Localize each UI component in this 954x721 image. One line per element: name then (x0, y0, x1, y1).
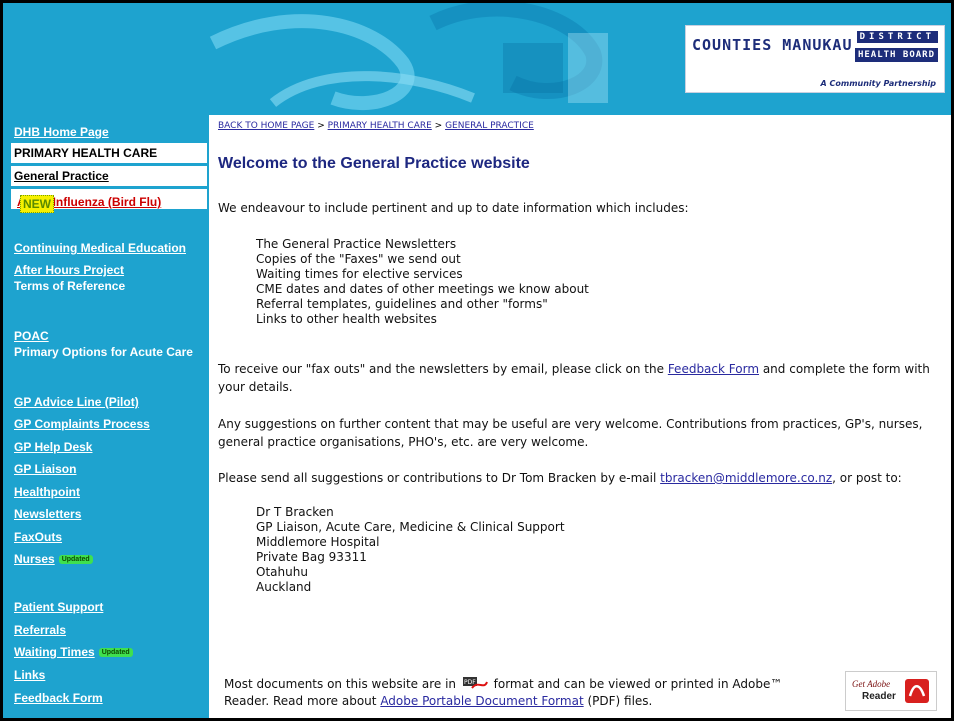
email-link[interactable]: tbracken@middlemore.co.nz (660, 471, 832, 485)
sidebar-nav: DHB Home Page PRIMARY HEALTH CARE Genera… (3, 115, 209, 718)
logo-tagline: A Community Partnership (820, 79, 936, 88)
fax-paragraph: To receive our "fax outs" and the newsle… (218, 360, 946, 396)
adobe-reader-label: Reader (862, 691, 896, 702)
sidebar-link-nurses[interactable]: Nurses Updated (14, 552, 93, 566)
send-text-pre: Please send all suggestions or contribut… (218, 471, 661, 485)
main-content: BACK TO HOME PAGE > PRIMARY HEALTH CARE … (216, 115, 951, 715)
sidebar-link-after-hours[interactable]: After Hours Project (14, 263, 124, 277)
send-paragraph: Please send all suggestions or contribut… (218, 469, 946, 487)
sidebar-link-waiting-times[interactable]: Waiting Times Updated (14, 645, 133, 659)
suggestions-paragraph: Any suggestions on further content that … (218, 417, 923, 449)
sidebar-item-label: Nurses (14, 552, 55, 566)
updated-badge-icon: Updated (58, 555, 93, 565)
sidebar-link-gp-advice[interactable]: GP Advice Line (Pilot) (14, 395, 139, 409)
logo-health-board-text: HEALTH BOARD (854, 48, 938, 62)
address-line: GP Liaison, Acute Care, Medicine & Clini… (256, 520, 565, 534)
sidebar-item-general-practice[interactable]: General Practice (11, 166, 207, 187)
sidebar-item-primary-health-care[interactable]: PRIMARY HEALTH CARE (11, 143, 207, 164)
adobe-pdf-link[interactable]: Adobe Portable Document Format (380, 694, 583, 708)
breadcrumb: BACK TO HOME PAGE > PRIMARY HEALTH CARE … (218, 121, 534, 131)
list-item: Links to other health websites (256, 312, 437, 326)
page-title: Welcome to the General Practice website (218, 155, 530, 172)
breadcrumb-separator: > (431, 121, 446, 131)
breadcrumb-home-link[interactable]: BACK TO HOME PAGE (218, 121, 314, 131)
list-item: Copies of the "Faxes" we send out (256, 252, 461, 266)
sidebar-text-terms: Terms of Reference (14, 279, 126, 293)
sidebar-link-poac[interactable]: POAC (14, 329, 49, 343)
feedback-form-link[interactable]: Feedback Form (668, 362, 759, 376)
fax-text-pre: To receive our "fax outs" and the newsle… (218, 362, 668, 376)
postal-address: Dr T Bracken GP Liaison, Acute Care, Med… (256, 505, 565, 595)
new-badge-icon: NEW (20, 195, 54, 213)
breadcrumb-gp-link[interactable]: GENERAL PRACTICE (445, 121, 534, 131)
logo-district-text: DISTRICT (856, 31, 938, 43)
sidebar-item-label: Waiting Times (14, 645, 95, 659)
sidebar-link-dhb-home[interactable]: DHB Home Page (14, 125, 109, 139)
list-item: The General Practice Newsletters (256, 237, 457, 251)
sidebar-link-gp-liaison[interactable]: GP Liaison (14, 462, 76, 476)
pdf-note-paragraph: Most documents on this website are in PD… (224, 676, 824, 710)
info-list: The General Practice Newsletters Copies … (256, 237, 589, 327)
sidebar-text-poac-full: Primary Options for Acute Care (14, 345, 193, 359)
address-line: Private Bag 93311 (256, 550, 367, 564)
pdf-note-post: (PDF) files. (583, 694, 653, 708)
sidebar-link-cme[interactable]: Continuing Medical Education (14, 241, 186, 255)
sidebar-item-avian-influenza[interactable]: Avian Influenza (Bird Flu) NEW (11, 189, 207, 213)
sidebar-link-newsletters[interactable]: Newsletters (14, 507, 81, 521)
list-item: CME dates and dates of other meetings we… (256, 282, 589, 296)
intro-paragraph: We endeavour to include pertinent and up… (218, 201, 689, 215)
cmdhb-logo[interactable]: DISTRICT COUNTIES MANUKAU HEALTH BOARD A… (685, 25, 945, 93)
sidebar-link-referrals[interactable]: Referrals (14, 623, 66, 637)
adobe-reader-icon (905, 679, 929, 703)
site-header: DISTRICT COUNTIES MANUKAU HEALTH BOARD A… (3, 3, 951, 115)
sidebar-link-feedback-form[interactable]: Feedback Form (14, 691, 103, 705)
sidebar-link-patient-support[interactable]: Patient Support (14, 600, 103, 614)
sidebar-link-faxouts[interactable]: FaxOuts (14, 530, 62, 544)
address-line: Auckland (256, 580, 312, 594)
get-adobe-reader-button[interactable]: Get Adobe Reader (845, 671, 937, 711)
address-line: Middlemore Hospital (256, 535, 380, 549)
koru-pattern-graphic (209, 3, 608, 111)
address-line: Otahuhu (256, 565, 308, 579)
address-line: Dr T Bracken (256, 505, 334, 519)
list-item: Waiting times for elective services (256, 267, 463, 281)
sidebar-link-links[interactable]: Links (14, 668, 45, 682)
sidebar-item-label: General Practice (14, 169, 109, 183)
adobe-get-label: Get Adobe (852, 679, 891, 689)
updated-badge-icon: Updated (98, 648, 133, 658)
breadcrumb-phc-link[interactable]: PRIMARY HEALTH CARE (328, 121, 432, 131)
logo-main-text: COUNTIES MANUKAU (692, 36, 853, 54)
breadcrumb-separator: > (314, 121, 328, 131)
sidebar-link-healthpoint[interactable]: Healthpoint (14, 485, 80, 499)
sidebar-link-gp-complaints[interactable]: GP Complaints Process (14, 417, 150, 431)
send-text-post: , or post to: (832, 471, 902, 485)
sidebar-item-label: PRIMARY HEALTH CARE (14, 146, 158, 160)
list-item: Referral templates, guidelines and other… (256, 297, 548, 311)
pdf-icon: PDF (462, 677, 488, 689)
pdf-note-pre: Most documents on this website are in (224, 677, 460, 691)
page-frame: DISTRICT COUNTIES MANUKAU HEALTH BOARD A… (0, 0, 954, 721)
sidebar-link-gp-help[interactable]: GP Help Desk (14, 440, 92, 454)
